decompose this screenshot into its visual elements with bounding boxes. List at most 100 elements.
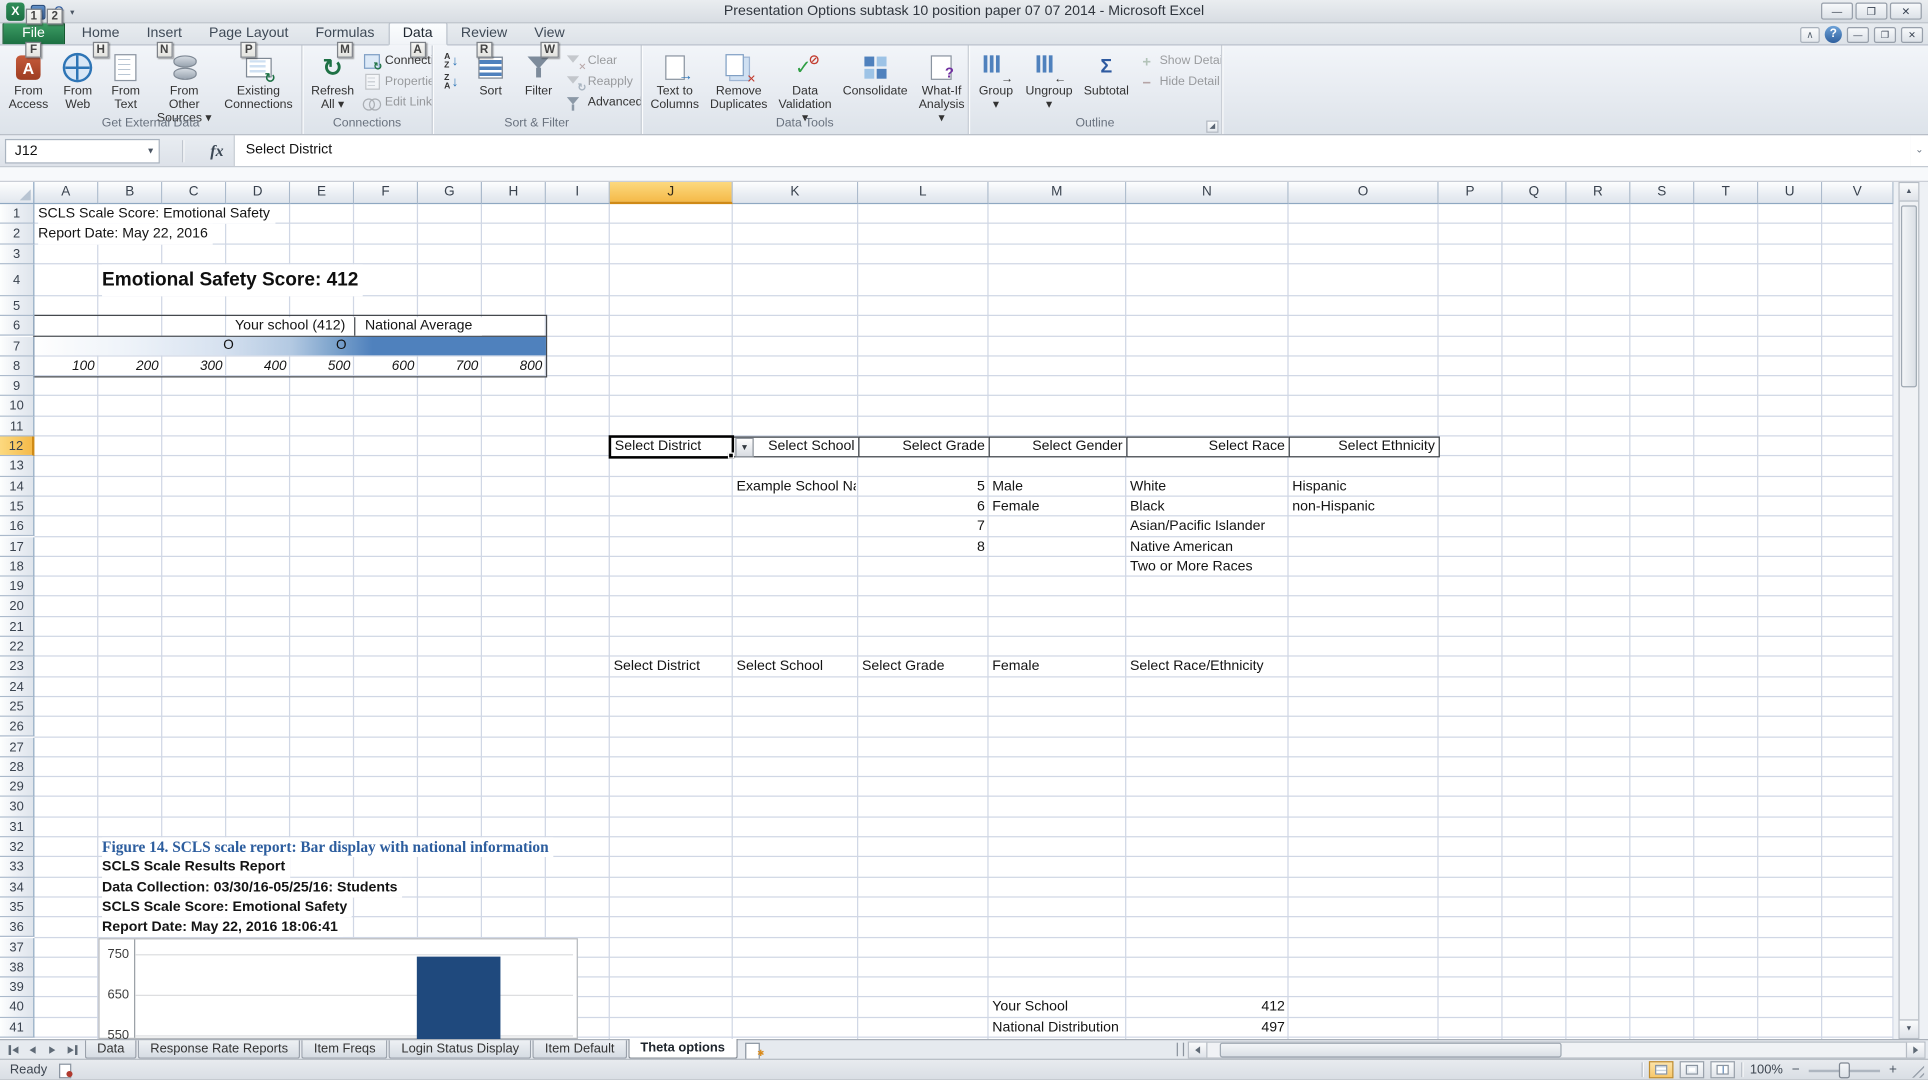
cell-A2[interactable]: Report Date: May 22, 2016 (38, 224, 213, 244)
col-header-G[interactable]: G (418, 182, 482, 204)
row-header-2[interactable]: 2 (0, 224, 34, 244)
scroll-right-button[interactable] (1906, 1042, 1924, 1057)
cell-L16[interactable]: 7 (859, 517, 984, 537)
existing-connections-button[interactable]: ExistingConnections (219, 48, 297, 116)
refresh-all-button[interactable]: RefreshAll ▾ (306, 48, 359, 116)
minimize-button[interactable]: — (1821, 2, 1853, 19)
cell-O12[interactable]: Select Ethnicity (1289, 437, 1440, 458)
row-header-20[interactable]: 20 (0, 597, 34, 617)
row-header-1[interactable]: 1 (0, 204, 34, 224)
cell-D8[interactable]: 400 (227, 356, 286, 376)
cell-B35[interactable]: SCLS Scale Score: Emotional Safety (102, 897, 352, 917)
cell-H8[interactable]: 800 (483, 356, 542, 376)
subtotal-button[interactable]: Subtotal (1079, 48, 1134, 116)
cell-M12[interactable]: Select Gender (989, 437, 1128, 458)
col-header-F[interactable]: F (354, 182, 418, 204)
excel-logo-icon[interactable]: X (6, 2, 24, 20)
cell-L12[interactable]: Select Grade (858, 437, 990, 458)
cell-L23[interactable]: Select Grade (862, 657, 945, 677)
zoom-in-button[interactable]: + (1886, 1063, 1900, 1077)
row-header-41[interactable]: 41 (0, 1018, 34, 1038)
formula-bar-expand-button[interactable]: ⌄ (1911, 135, 1928, 166)
row-header-35[interactable]: 35 (0, 897, 34, 917)
sheet-tab-response-rate-reports[interactable]: Response Rate Reports (138, 1040, 300, 1058)
cell-N16[interactable]: Asian/Pacific Islander (1130, 517, 1265, 537)
page-break-view-button[interactable] (1710, 1061, 1735, 1078)
data-validation-button[interactable]: DataValidation ▾ (774, 48, 837, 116)
cell-N17[interactable]: Native American (1130, 537, 1233, 557)
row-header-24[interactable]: 24 (0, 677, 34, 697)
row-header-12[interactable]: 12 (0, 437, 34, 457)
row-header-14[interactable]: 14 (0, 477, 34, 497)
what-if-analysis-button[interactable]: What-IfAnalysis ▾ (914, 48, 969, 116)
cell-O14[interactable]: Hispanic (1292, 477, 1346, 497)
row-header-19[interactable]: 19 (0, 577, 34, 597)
row-header-7[interactable]: 7 (0, 336, 34, 356)
ribbon-tab-insert[interactable]: InsertN (133, 23, 195, 44)
col-header-O[interactable]: O (1289, 182, 1439, 204)
sort-descending-button[interactable] (437, 73, 467, 91)
col-header-V[interactable]: V (1822, 182, 1893, 204)
row-header-15[interactable]: 15 (0, 497, 34, 517)
close-button[interactable]: ✕ (1890, 2, 1922, 19)
normal-view-button[interactable] (1649, 1061, 1674, 1078)
sheet-tab-item-default[interactable]: Item Default (533, 1040, 627, 1058)
zoom-slider[interactable] (1809, 1062, 1880, 1078)
cell-N15[interactable]: Black (1130, 497, 1165, 517)
next-sheet-button[interactable] (44, 1042, 60, 1057)
prev-sheet-button[interactable] (25, 1042, 41, 1057)
scroll-up-button[interactable]: ▲ (1900, 183, 1918, 201)
row-header-25[interactable]: 25 (0, 697, 34, 717)
row-header-34[interactable]: 34 (0, 877, 34, 897)
name-box[interactable]: J12 ▼ (5, 138, 160, 163)
row-header-17[interactable]: 17 (0, 537, 34, 557)
cell-A1[interactable]: SCLS Scale Score: Emotional Safety (38, 204, 275, 224)
formula-input[interactable]: Select District (233, 135, 1910, 166)
row-header-23[interactable]: 23 (0, 657, 34, 677)
col-header-J[interactable]: J (610, 182, 733, 204)
sheet-tab-item-freqs[interactable]: Item Freqs (302, 1040, 388, 1058)
row-header-38[interactable]: 38 (0, 958, 34, 978)
sheet-tab-login-status-display[interactable]: Login Status Display (389, 1040, 531, 1058)
col-header-N[interactable]: N (1126, 182, 1288, 204)
cell-B36[interactable]: Report Date: May 22, 2016 18:06:41 (102, 918, 343, 938)
cell-B34[interactable]: Data Collection: 03/30/16-05/25/16: Stud… (102, 877, 402, 897)
row-header-32[interactable]: 32 (0, 837, 34, 857)
row-header-8[interactable]: 8 (0, 356, 34, 376)
cell-N12[interactable]: Select Race (1126, 437, 1290, 458)
sheet-tab-data[interactable]: Data (85, 1040, 137, 1058)
advanced-button[interactable]: Advanced (563, 93, 642, 111)
filter-button[interactable]: Filter (515, 48, 562, 116)
cell-N18[interactable]: Two or More Races (1130, 557, 1253, 577)
row-header-9[interactable]: 9 (0, 376, 34, 396)
cell-L14[interactable]: 5 (859, 477, 984, 497)
workbook-close-button[interactable]: ✕ (1901, 26, 1923, 42)
row-header-4[interactable]: 4 (0, 264, 34, 296)
row-header-22[interactable]: 22 (0, 637, 34, 657)
vertical-scrollbar[interactable]: ▲ ▼ (1898, 182, 1919, 1039)
name-box-dropdown-icon[interactable]: ▼ (146, 141, 155, 163)
ribbon-tab-view[interactable]: ViewW (521, 23, 578, 44)
help-icon[interactable]: ? (1825, 26, 1842, 43)
cell-B33[interactable]: SCLS Scale Results Report (102, 857, 290, 877)
cell-N41[interactable]: 497 (1128, 1018, 1285, 1038)
ribbon-tab-page-layout[interactable]: Page LayoutP (195, 23, 301, 44)
row-header-16[interactable]: 16 (0, 517, 34, 537)
horizontal-scroll-track[interactable] (1207, 1042, 1905, 1057)
tab-scroll-splitter[interactable] (1177, 1043, 1184, 1057)
row-header-29[interactable]: 29 (0, 777, 34, 797)
resize-grip[interactable] (1908, 1062, 1924, 1078)
col-header-R[interactable]: R (1566, 182, 1630, 204)
from-other-sources-button[interactable]: From OtherSources ▾ (150, 48, 218, 116)
horizontal-scroll-thumb[interactable] (1220, 1042, 1562, 1057)
scroll-left-button[interactable] (1189, 1042, 1207, 1057)
ribbon-tab-home[interactable]: HomeH (68, 23, 133, 44)
row-header-30[interactable]: 30 (0, 797, 34, 817)
col-header-T[interactable]: T (1694, 182, 1758, 204)
row-header-11[interactable]: 11 (0, 416, 34, 436)
cell-O15[interactable]: non-Hispanic (1292, 497, 1375, 517)
row-header-28[interactable]: 28 (0, 757, 34, 777)
qat-customize-button[interactable]: ▾ (70, 7, 74, 17)
col-header-A[interactable]: A (34, 182, 98, 204)
zoom-slider-thumb[interactable] (1839, 1062, 1850, 1078)
